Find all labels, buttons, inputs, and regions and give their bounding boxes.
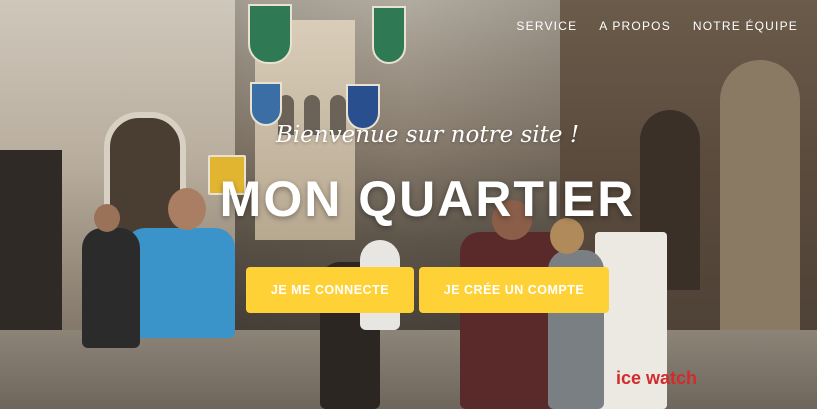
pedestrian [82, 228, 140, 348]
main-nav: SERVICE A PROPOS NOTRE ÉQUIPE [516, 19, 798, 33]
background-advert-text: ice watch [616, 368, 698, 388]
hero-title: MON QUARTIER [219, 171, 636, 227]
banner-flag [248, 4, 292, 64]
nav-link-a-propos[interactable]: A PROPOS [599, 19, 671, 33]
banner-flag [372, 6, 406, 64]
hero-tagline: Bienvenue sur notre site ! [275, 122, 580, 148]
nav-link-notre-equipe[interactable]: NOTRE ÉQUIPE [693, 19, 798, 33]
hero-button-row: JE ME CONNECTE JE CRÉE UN COMPTE [246, 267, 609, 313]
signup-button[interactable]: JE CRÉE UN COMPTE [419, 267, 609, 313]
pedestrian [125, 228, 235, 338]
login-button[interactable]: JE ME CONNECTE [246, 267, 414, 313]
nav-link-service[interactable]: SERVICE [516, 19, 577, 33]
banner-flag [250, 82, 282, 126]
